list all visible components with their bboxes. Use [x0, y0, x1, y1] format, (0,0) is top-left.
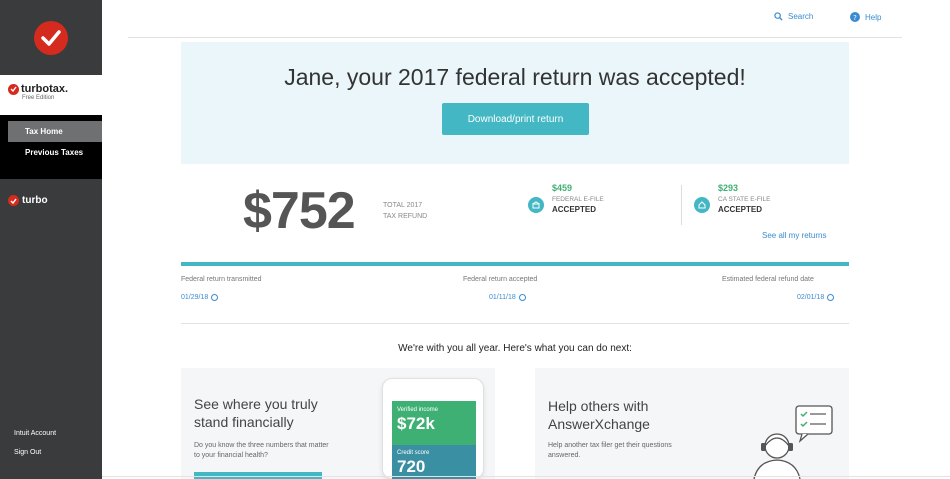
desc-line: answered. — [548, 452, 581, 459]
brand-block: turbotax. Free Edition — [0, 75, 102, 115]
progress-date-accepted: 01/11/18 — [489, 294, 526, 301]
federal-status-state: ACCEPTED — [552, 205, 597, 214]
status-divider — [681, 185, 682, 225]
banner-title: Jane, your 2017 federal return was accep… — [284, 64, 746, 90]
search-link[interactable]: Search — [774, 12, 813, 21]
accepted-banner: Jane, your 2017 federal return was accep… — [181, 42, 849, 164]
date-value: 01/29/18 — [181, 294, 209, 301]
sidebar: turbotax. Free Edition Tax Home Previous… — [0, 0, 102, 479]
federal-amount: $459 — [552, 183, 573, 193]
sidebar-item-tax-home[interactable]: Tax Home — [8, 121, 102, 142]
search-label: Search — [788, 12, 814, 21]
bottom-border — [102, 476, 950, 477]
svg-text:?: ? — [853, 14, 857, 22]
title-line: AnswerXchange — [548, 416, 650, 432]
progress-label-refund: Estimated federal refund date — [722, 276, 814, 283]
refund-label-line1: TOTAL 2017 — [383, 202, 423, 209]
next-steps-heading: We're with you all year. Here's what you… — [398, 343, 632, 354]
turbo-label: turbo — [22, 195, 48, 206]
progress-label-accepted: Federal return accepted — [463, 276, 538, 283]
answerxchange-card-title: Help others with AnswerXchange — [548, 397, 650, 433]
progress-bar — [181, 262, 849, 266]
checkmark-icon — [8, 195, 19, 206]
help-icon: ? — [850, 12, 860, 22]
help-link[interactable]: ? Help — [850, 12, 881, 22]
topbar: Search ? Help — [128, 0, 902, 38]
income-value: $72k — [397, 414, 435, 433]
checkmark-logo-icon — [34, 20, 68, 55]
logo-block[interactable] — [0, 0, 102, 75]
state-efile-label: CA STATE E-FILE — [718, 196, 771, 203]
download-print-button[interactable]: Download/print return — [442, 103, 589, 135]
verified-income-panel: Verified income $72k — [392, 401, 476, 445]
date-value: 01/11/18 — [489, 294, 516, 301]
brand-name: turbotax. — [21, 83, 69, 95]
checkmark-icon — [8, 83, 19, 95]
support-agent-icon — [753, 405, 833, 479]
see-all-returns-link[interactable]: See all my returns — [762, 231, 826, 240]
search-icon — [774, 12, 783, 21]
brand-edition: Free Edition — [22, 95, 55, 101]
intuit-account-link[interactable]: Intuit Account — [14, 430, 56, 437]
section-divider — [181, 323, 849, 324]
date-value: 02/01/18 — [797, 294, 825, 301]
title-line: See where you truly — [194, 396, 318, 412]
clock-icon — [211, 294, 219, 301]
credit-label: Credit score — [397, 450, 430, 456]
title-line: Help others with — [548, 398, 649, 414]
progress-date-refund: 02/01/18 — [797, 294, 835, 301]
credit-value: 720 — [397, 457, 426, 476]
federal-efile-label: FEDERAL E-FILE — [552, 196, 604, 203]
refund-label: TOTAL 2017 TAX REFUND — [383, 200, 427, 222]
federal-status: $459 FEDERAL E-FILE ACCEPTED — [528, 183, 604, 214]
state-status: $293 CA STATE E-FILE ACCEPTED — [694, 183, 771, 214]
income-label: Verified income — [397, 407, 439, 413]
phone-illustration: Verified income $72k Credit score 720 — [382, 378, 484, 479]
state-amount: $293 — [718, 183, 739, 193]
state-house-icon — [694, 197, 710, 213]
financial-card-desc: Do you know the three numbers that matte… — [194, 441, 329, 461]
answerxchange-card[interactable]: Help others with AnswerXchange Help anot… — [535, 368, 849, 479]
financial-card-title: See where you truly stand financially — [194, 395, 318, 431]
progress-date-transmitted: 01/29/18 — [181, 294, 219, 301]
desc-line: Help another tax filer get their questio… — [548, 442, 672, 449]
sidebar-nav: Tax Home Previous Taxes — [0, 115, 102, 179]
federal-building-icon — [528, 197, 544, 213]
title-line: stand financially — [194, 414, 294, 430]
progress-label-transmitted: Federal return transmitted — [181, 276, 262, 283]
sidebar-item-previous-taxes[interactable]: Previous Taxes — [0, 142, 102, 163]
help-label: Help — [865, 12, 882, 22]
credit-score-panel: Credit score 720 — [392, 445, 476, 479]
clock-icon — [827, 294, 835, 301]
answerxchange-card-desc: Help another tax filer get their questio… — [548, 441, 672, 461]
refund-amount: $752 — [243, 182, 356, 240]
clock-icon — [518, 294, 526, 301]
desc-line: to your financial health? — [194, 452, 268, 459]
refund-label-line2: TAX REFUND — [383, 213, 428, 220]
turbo-link[interactable]: turbo — [8, 195, 48, 206]
state-status-state: ACCEPTED — [718, 205, 763, 214]
page: turbotax. Free Edition Tax Home Previous… — [0, 0, 950, 479]
sidebar-bottom-links: Intuit Account Sign Out — [14, 430, 56, 468]
desc-line: Do you know the three numbers that matte… — [194, 442, 329, 449]
sign-out-link[interactable]: Sign Out — [14, 449, 56, 456]
